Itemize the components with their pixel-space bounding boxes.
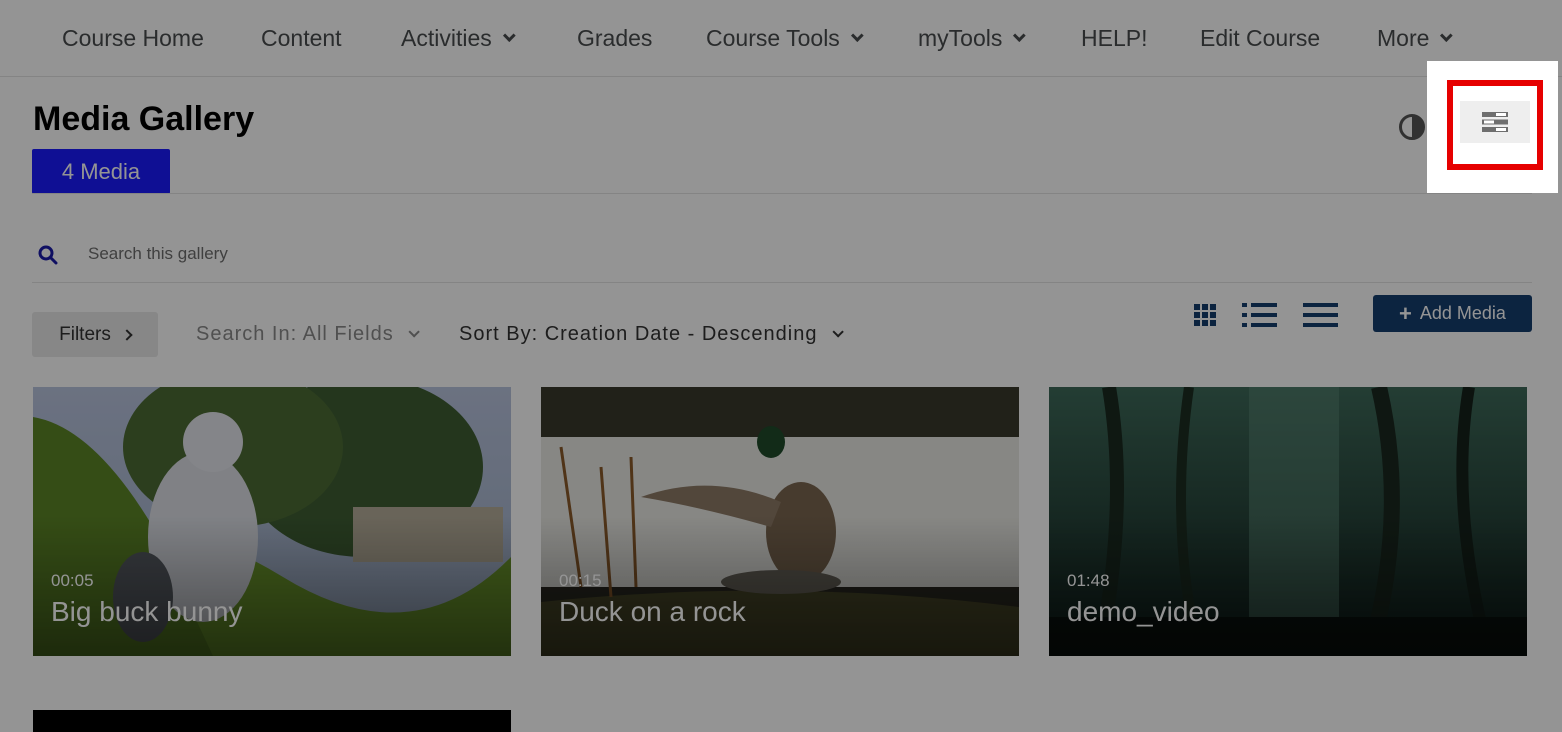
thumbnail-gradient — [1049, 516, 1527, 656]
nav-edit-course-label: Edit Course — [1200, 24, 1321, 51]
chevron-down-icon — [850, 28, 864, 42]
nav-mytools-label: myTools — [918, 24, 1003, 51]
course-navbar: Course Home Content Activities Grades Co… — [0, 0, 1562, 77]
media-card[interactable]: 01:48 demo_video — [1049, 387, 1527, 656]
chevron-down-icon — [1013, 28, 1027, 42]
chevron-down-icon — [831, 326, 844, 338]
nav-help[interactable]: HELP! — [1081, 22, 1147, 54]
filters-label: Filters — [59, 323, 111, 345]
media-card[interactable]: 00:05 Big buck bunny — [33, 387, 511, 656]
nav-grades[interactable]: Grades — [577, 22, 652, 54]
nav-mytools[interactable]: myTools — [918, 22, 1027, 54]
nav-course-home[interactable]: Course Home — [62, 22, 204, 54]
nav-content-label: Content — [261, 24, 342, 51]
media-card[interactable] — [33, 710, 511, 732]
chevron-right-icon — [121, 328, 133, 341]
media-count-tab[interactable]: 4 Media — [32, 149, 170, 194]
video-title: Big buck bunny — [51, 596, 243, 627]
sort-by-dropdown[interactable]: Sort By: Creation Date - Descending — [459, 318, 844, 350]
sort-by-label: Sort By: Creation Date - Descending — [459, 322, 818, 345]
divider — [32, 282, 1532, 283]
compact-list-view-icon[interactable] — [1303, 303, 1338, 327]
divider — [32, 193, 1532, 194]
thumbnail-gradient — [33, 516, 511, 656]
nav-course-tools[interactable]: Course Tools — [706, 22, 864, 54]
contrast-icon[interactable] — [1399, 114, 1425, 140]
video-duration: 00:15 — [559, 571, 602, 590]
search-input[interactable] — [78, 236, 1528, 272]
media-count-label: 4 Media — [61, 158, 141, 184]
add-media-button[interactable]: + Add Media — [1373, 295, 1532, 332]
nav-help-label: HELP! — [1081, 24, 1148, 51]
menu-toggle-button[interactable] — [1460, 101, 1530, 143]
filters-button[interactable]: Filters — [32, 312, 158, 357]
chevron-down-icon — [1440, 28, 1454, 42]
search-in-label: Search In: All Fields — [196, 322, 394, 345]
chevron-down-icon — [408, 326, 420, 338]
menu-toggle-icon — [1482, 112, 1508, 132]
video-duration: 01:48 — [1067, 571, 1110, 590]
thumbnail-gradient — [541, 516, 1019, 656]
chevron-down-icon — [502, 28, 516, 42]
nav-content[interactable]: Content — [261, 22, 342, 54]
nav-course-home-label: Course Home — [62, 24, 204, 51]
nav-edit-course[interactable]: Edit Course — [1200, 22, 1320, 54]
add-media-label: Add Media — [1419, 303, 1506, 323]
media-card[interactable]: 00:15 Duck on a rock — [541, 387, 1019, 656]
video-title: demo_video — [1067, 596, 1220, 627]
nav-activities[interactable]: Activities — [401, 22, 516, 54]
page-title: Media Gallery — [33, 100, 255, 138]
grid-view-icon[interactable] — [1194, 304, 1216, 326]
plus-icon: + — [1399, 300, 1412, 326]
video-duration: 00:05 — [51, 571, 94, 590]
video-title: Duck on a rock — [559, 596, 746, 627]
nav-more[interactable]: More — [1377, 22, 1454, 54]
nav-course-tools-label: Course Tools — [706, 24, 840, 51]
nav-more-label: More — [1377, 24, 1430, 51]
search-icon[interactable] — [38, 245, 58, 265]
nav-activities-label: Activities — [401, 24, 492, 51]
detailed-list-view-icon[interactable] — [1242, 303, 1277, 327]
nav-grades-label: Grades — [577, 24, 653, 51]
search-in-dropdown[interactable]: Search In: All Fields — [196, 318, 420, 350]
